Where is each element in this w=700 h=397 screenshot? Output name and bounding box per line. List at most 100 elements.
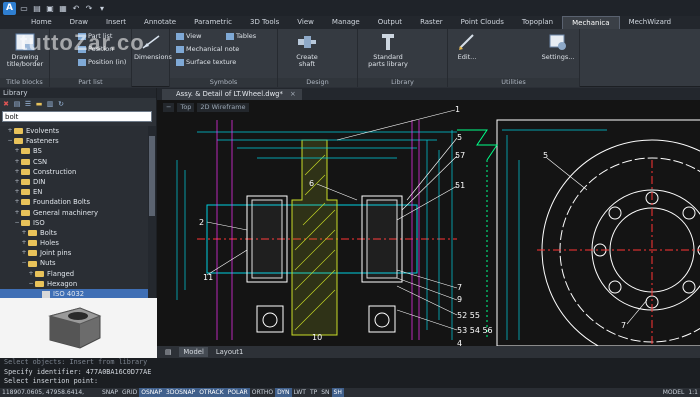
expand-toggle-icon[interactable]: + bbox=[14, 157, 20, 167]
tab-layout1[interactable]: Layout1 bbox=[212, 347, 247, 357]
app-logo[interactable]: A bbox=[3, 1, 16, 15]
hex-nut-preview-image bbox=[48, 307, 102, 349]
library-folder-item[interactable]: + Flanged bbox=[0, 269, 148, 279]
status-toggle-ortho[interactable]: ORTHO bbox=[250, 388, 275, 397]
status-toggle-lwt[interactable]: LWT bbox=[292, 388, 308, 397]
tables-button[interactable]: Tables bbox=[226, 32, 256, 41]
library-folder-item[interactable]: − Nuts bbox=[0, 258, 148, 268]
quick-access-dropdown-icon[interactable]: ▾ bbox=[97, 3, 107, 13]
tab-point-clouds[interactable]: Point Clouds bbox=[452, 16, 513, 29]
library-folder-item[interactable]: + General machinery bbox=[0, 208, 148, 218]
drawing-canvas[interactable]: 1 2 5 57 51 6 7 9 52 55 53 54 56 4 10 11… bbox=[157, 100, 700, 361]
undo-icon[interactable]: ↶ bbox=[71, 3, 81, 13]
tab-3d-tools[interactable]: 3D Tools bbox=[241, 16, 288, 29]
tab-model[interactable]: Model bbox=[179, 347, 208, 357]
mechanical-note-button[interactable]: Mechanical note bbox=[176, 45, 239, 54]
library-folder-item[interactable]: + BS bbox=[0, 146, 148, 156]
standard-parts-library-button[interactable]: Standard parts library bbox=[366, 32, 410, 68]
create-shaft-button[interactable]: Create shaft bbox=[292, 32, 322, 68]
surface-texture-button[interactable]: Surface texture bbox=[176, 58, 236, 67]
settings-button[interactable]: Settings... bbox=[540, 32, 576, 61]
tab-mechwizard[interactable]: MechWizard bbox=[620, 16, 681, 29]
edit-button[interactable]: Edit... bbox=[454, 32, 480, 61]
status-toggle-dyn[interactable]: DYN bbox=[275, 388, 292, 397]
redo-icon[interactable]: ↷ bbox=[84, 3, 94, 13]
command-line[interactable]: Select objects: Insert from library Spec… bbox=[0, 358, 700, 388]
library-folder-item[interactable]: + Construction bbox=[0, 167, 148, 177]
status-toggle-sh[interactable]: SH bbox=[331, 388, 344, 397]
tree-view-icon[interactable]: ▤ bbox=[13, 100, 21, 108]
viewport-menu-button[interactable]: − bbox=[163, 103, 175, 112]
view-button[interactable]: View bbox=[176, 32, 201, 41]
expand-toggle-icon[interactable]: + bbox=[14, 177, 20, 187]
close-tab-icon[interactable]: × bbox=[290, 90, 296, 98]
model-space-button[interactable]: MODEL bbox=[661, 388, 687, 397]
tab-insert[interactable]: Insert bbox=[97, 16, 135, 29]
expand-toggle-icon[interactable]: − bbox=[7, 136, 13, 146]
expand-toggle-icon[interactable]: + bbox=[28, 269, 34, 279]
position-in-button[interactable]: Position (in) bbox=[78, 58, 126, 67]
library-folder-item[interactable]: + DIN bbox=[0, 177, 148, 187]
library-folder-item[interactable]: + Foundation Bolts bbox=[0, 197, 148, 207]
status-toggle-polar[interactable]: POLAR bbox=[225, 388, 250, 397]
print-icon[interactable]: ▦ bbox=[58, 3, 68, 13]
properties-icon[interactable]: ▥ bbox=[46, 100, 54, 108]
tab-manage[interactable]: Manage bbox=[323, 16, 369, 29]
expand-toggle-icon[interactable]: − bbox=[21, 258, 27, 268]
expand-toggle-icon[interactable]: + bbox=[21, 228, 27, 238]
status-toggle-3dosnap[interactable]: 3DOSNAP bbox=[164, 388, 198, 397]
tab-draw[interactable]: Draw bbox=[61, 16, 97, 29]
expand-toggle-icon[interactable]: + bbox=[21, 248, 27, 258]
status-toggle-snap[interactable]: SNAP bbox=[100, 388, 120, 397]
status-toggle-tp[interactable]: TP bbox=[308, 388, 319, 397]
library-folder-item[interactable]: − ISO bbox=[0, 218, 148, 228]
refresh-icon[interactable]: ↻ bbox=[57, 100, 65, 108]
expand-toggle-icon[interactable]: + bbox=[14, 146, 20, 156]
folder-icon[interactable]: ▬ bbox=[35, 100, 43, 108]
view-top-button[interactable]: Top bbox=[177, 103, 195, 112]
status-toggle-grid[interactable]: GRID bbox=[120, 388, 139, 397]
library-folder-item[interactable]: − Hexagon bbox=[0, 279, 148, 289]
library-folder-item[interactable]: + Holes bbox=[0, 238, 148, 248]
tab-parametric[interactable]: Parametric bbox=[185, 16, 241, 29]
tab-annotate[interactable]: Annotate bbox=[135, 16, 185, 29]
status-toggle-osnap[interactable]: OSNAP bbox=[139, 388, 164, 397]
delete-icon[interactable]: ✖ bbox=[2, 100, 10, 108]
expand-toggle-icon[interactable]: + bbox=[21, 238, 27, 248]
save-icon[interactable]: ▣ bbox=[45, 3, 55, 13]
document-tab[interactable]: Assy. & Detail of LT.Wheel.dwg* × bbox=[162, 89, 302, 100]
expand-toggle-icon[interactable]: + bbox=[14, 208, 20, 218]
library-folder-item[interactable]: + EN bbox=[0, 187, 148, 197]
status-toggle-sn[interactable]: SN bbox=[319, 388, 331, 397]
folder-icon bbox=[28, 260, 37, 267]
library-folder-item[interactable]: + CSN bbox=[0, 157, 148, 167]
tab-view[interactable]: View bbox=[288, 16, 323, 29]
tab-output[interactable]: Output bbox=[369, 16, 411, 29]
new-file-icon[interactable]: ▭ bbox=[19, 3, 29, 13]
tab-topoplan[interactable]: Topoplan bbox=[513, 16, 562, 29]
expand-toggle-icon[interactable]: + bbox=[7, 126, 13, 136]
library-folder-item[interactable]: + Joint pins bbox=[0, 248, 148, 258]
tab-home[interactable]: Home bbox=[22, 16, 61, 29]
watermark: tuttoZar.co bbox=[20, 30, 145, 55]
library-folder-item[interactable]: + Bolts bbox=[0, 228, 148, 238]
library-search-input[interactable] bbox=[2, 111, 152, 122]
command-prompt[interactable]: Select insertion point: bbox=[4, 377, 700, 387]
expand-toggle-icon[interactable]: + bbox=[14, 167, 20, 177]
expand-toggle-icon[interactable]: + bbox=[14, 187, 20, 197]
tab-mechanica[interactable]: Mechanica bbox=[562, 16, 620, 29]
annotation-scale[interactable]: 1:1 bbox=[686, 388, 700, 397]
status-toggle-otrack[interactable]: OTRACK bbox=[197, 388, 226, 397]
tab-raster[interactable]: Raster bbox=[411, 16, 452, 29]
library-folder-item[interactable]: − Fasteners bbox=[0, 136, 148, 146]
expand-toggle-icon[interactable]: + bbox=[14, 197, 20, 207]
ribbon-tab-bar: Home Draw Insert Annotate Parametric 3D Tools… bbox=[0, 16, 700, 29]
list-view-icon[interactable]: ☰ bbox=[24, 100, 32, 108]
expand-toggle-icon[interactable]: − bbox=[28, 279, 34, 289]
library-folder-item[interactable]: + Evolvents bbox=[0, 126, 148, 136]
visual-style-button[interactable]: 2D Wireframe bbox=[197, 103, 249, 112]
open-folder-icon[interactable]: ▤ bbox=[32, 3, 42, 13]
layout-nav-icon[interactable]: ▤ bbox=[161, 347, 175, 357]
expand-toggle-icon[interactable]: − bbox=[14, 218, 20, 228]
scrollbar-thumb[interactable] bbox=[149, 136, 155, 216]
